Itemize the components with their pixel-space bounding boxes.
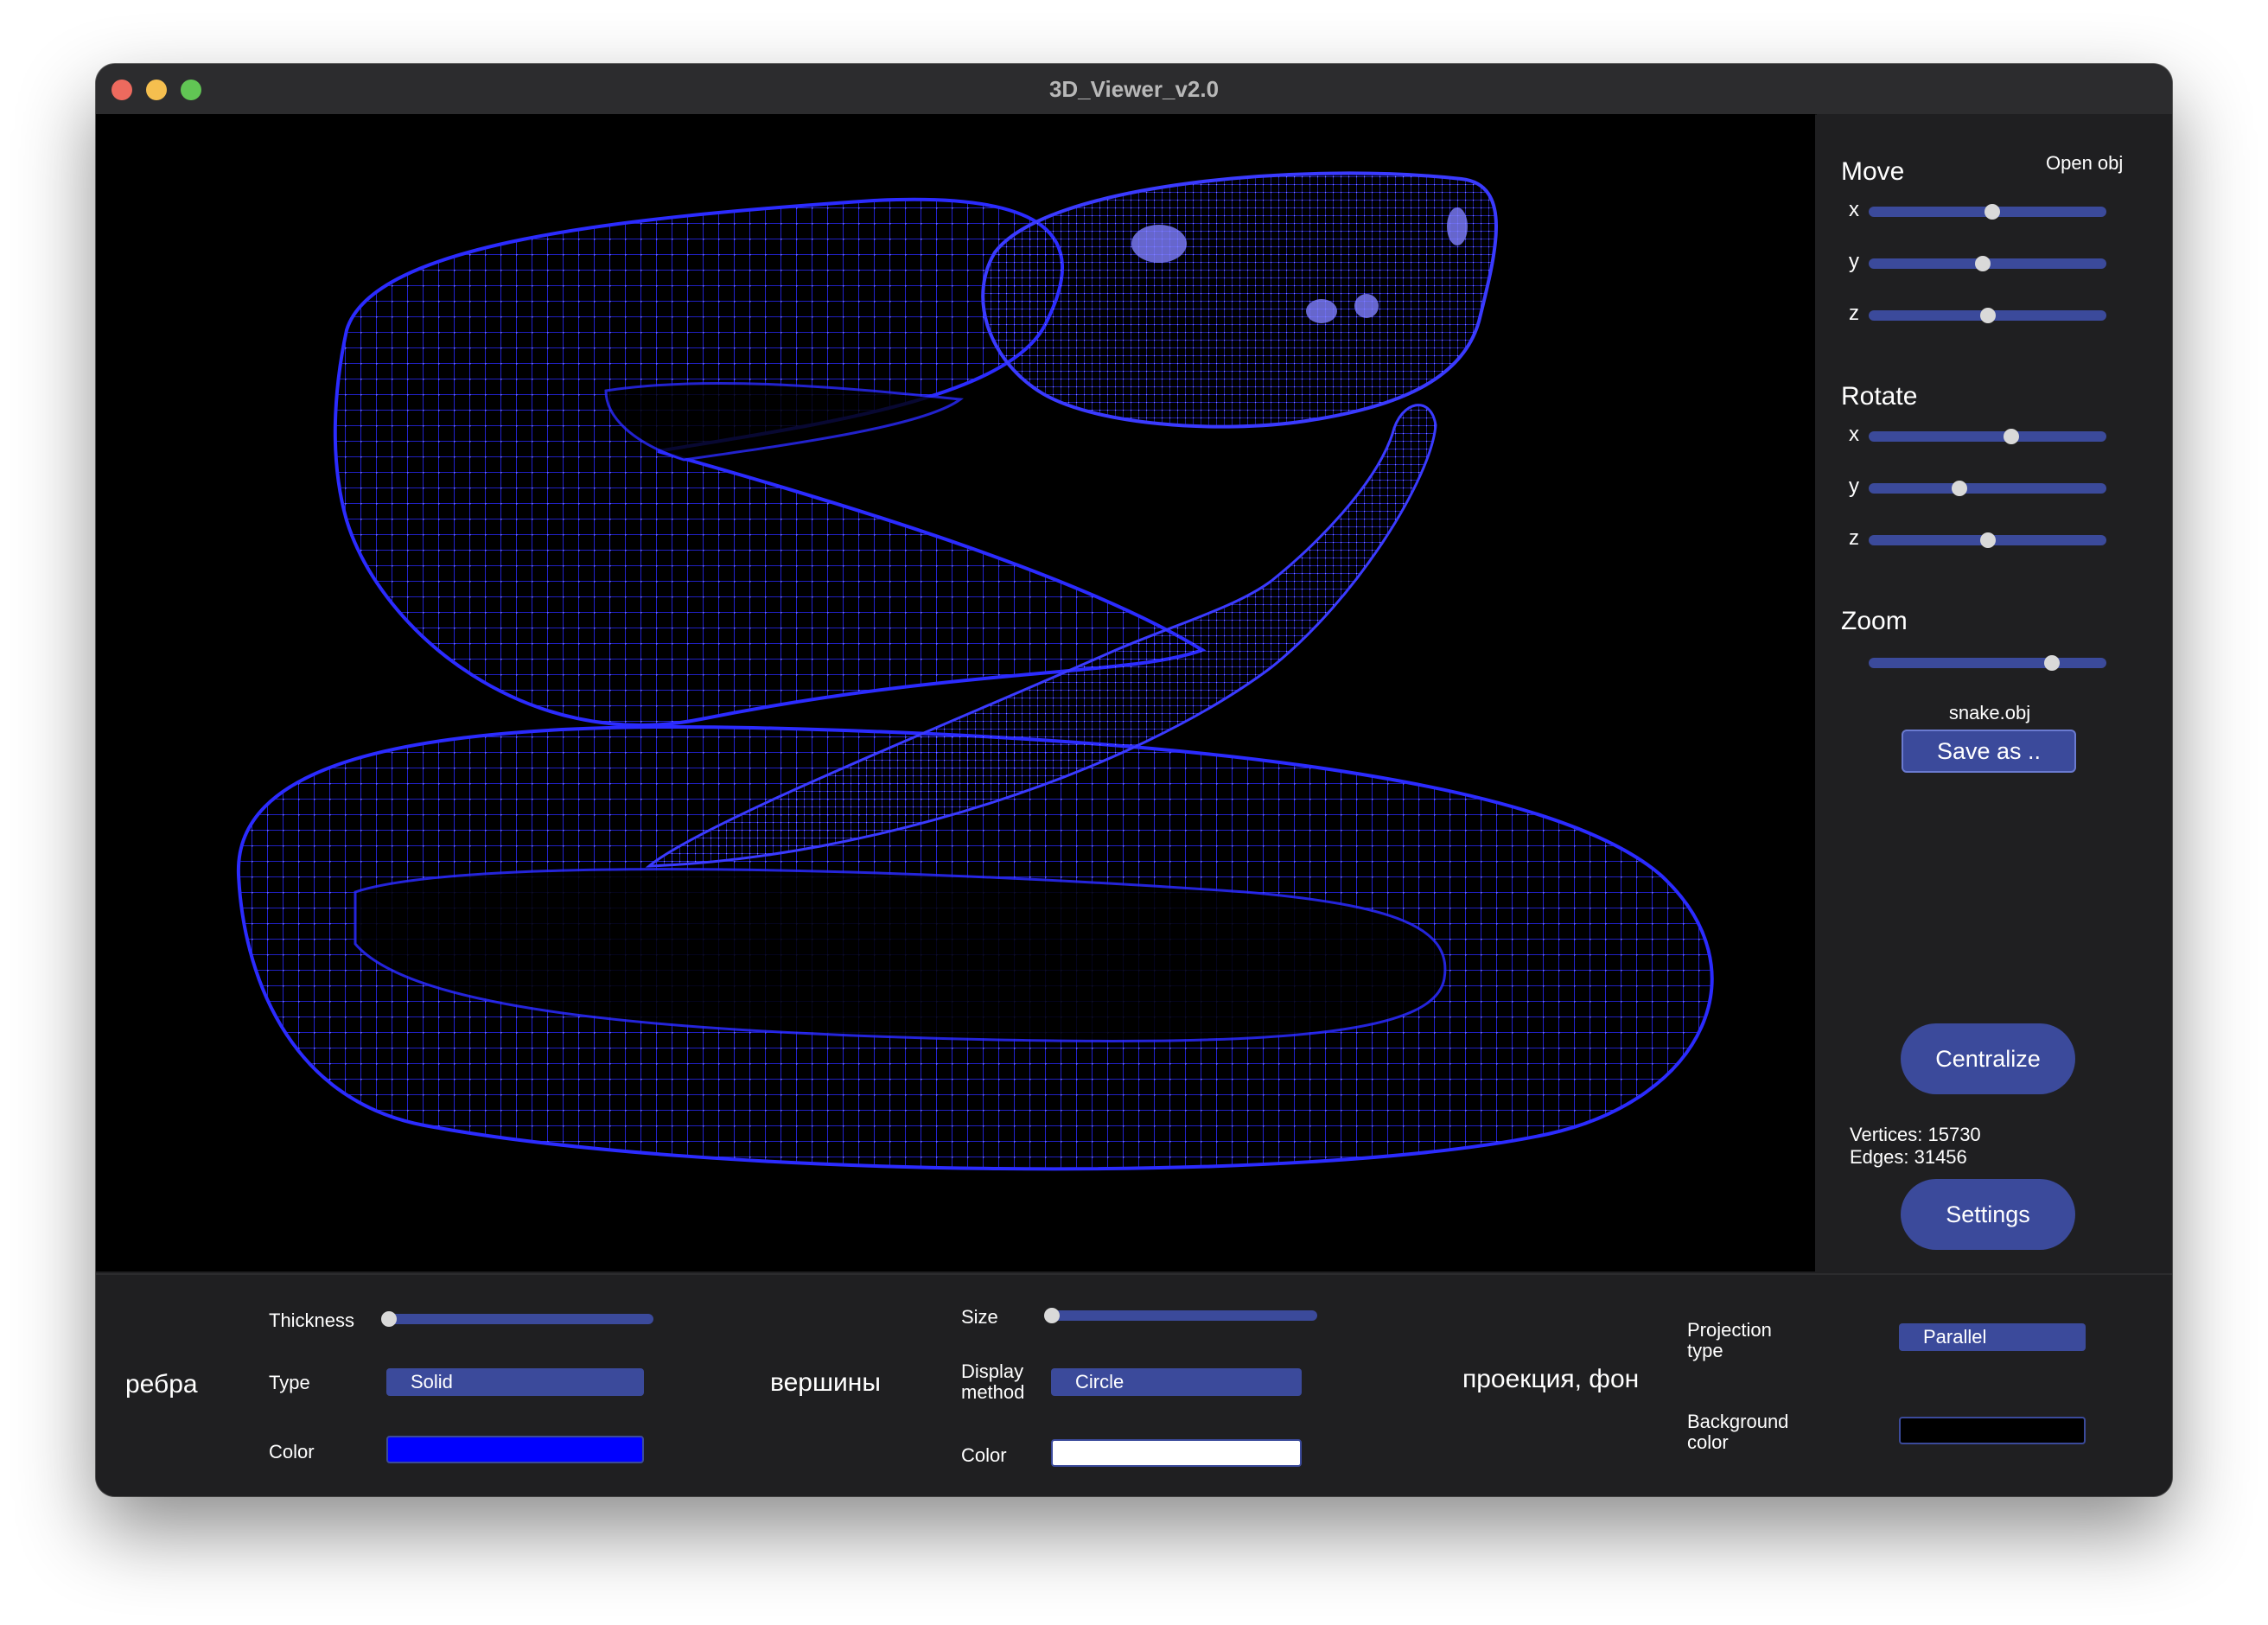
projection-panel-title: проекция, фон <box>1462 1365 1640 1393</box>
slider-knob[interactable] <box>1975 256 1991 271</box>
move-z-slider[interactable] <box>1869 306 2106 325</box>
rotate-y-slider[interactable] <box>1869 479 2106 498</box>
edge-thickness-slider[interactable] <box>381 1310 653 1329</box>
slider-knob[interactable] <box>1951 481 1967 496</box>
display-settings-panel: ребра Thickness Type Solid Color вершины… <box>96 1273 2172 1496</box>
settings-button[interactable]: Settings <box>1901 1179 2075 1250</box>
edge-thickness-label: Thickness <box>269 1310 355 1331</box>
slider-knob[interactable] <box>1044 1308 1060 1323</box>
projection-type-label: Projection type <box>1687 1319 1772 1361</box>
edge-color-label: Color <box>269 1441 315 1462</box>
rotate-section-title: Rotate <box>1841 382 1918 411</box>
rotate-z-slider[interactable] <box>1869 531 2106 550</box>
rotate-x-slider[interactable] <box>1869 427 2106 446</box>
vertices-count: Vertices: 15730 <box>1850 1124 1981 1145</box>
loaded-filename: snake.obj <box>1948 702 2031 723</box>
rotate-x-label: x <box>1849 423 1859 446</box>
move-z-label: z <box>1849 302 1859 325</box>
vertices-panel-title: вершины <box>770 1368 881 1397</box>
move-y-label: y <box>1849 250 1859 273</box>
app-window: 3D_Viewer_v2.0 Open obj Move x y z Rotat… <box>96 64 2172 1496</box>
background-color-swatch[interactable] <box>1899 1417 2086 1444</box>
slider-knob[interactable] <box>1979 308 1996 323</box>
edge-type-select[interactable]: Solid <box>386 1368 644 1396</box>
move-x-slider[interactable] <box>1869 202 2106 221</box>
move-x-label: x <box>1849 198 1859 221</box>
display-method-select[interactable]: Circle <box>1051 1368 1302 1396</box>
projection-type-select[interactable]: Parallel <box>1899 1323 2086 1351</box>
slider-knob[interactable] <box>1984 204 2000 220</box>
snake-wireframe-model <box>236 171 1714 1171</box>
slider-knob[interactable] <box>2043 655 2060 671</box>
rotate-y-label: y <box>1849 475 1859 498</box>
control-sidebar: Open obj Move x y z Rotate x y z Zoom sn… <box>1817 114 2172 1271</box>
edge-color-swatch[interactable] <box>386 1436 644 1463</box>
zoom-section-title: Zoom <box>1841 607 1908 635</box>
window-title: 3D_Viewer_v2.0 <box>1048 76 1220 102</box>
display-method-label: Display method <box>961 1361 1025 1403</box>
title-bar: 3D_Viewer_v2.0 <box>96 64 2172 115</box>
background-color-label: Background color <box>1687 1411 1789 1453</box>
save-as-button[interactable]: Save as .. <box>1902 730 2076 773</box>
rotate-z-label: z <box>1849 526 1859 550</box>
slider-knob[interactable] <box>1979 532 1996 548</box>
centralize-button[interactable]: Centralize <box>1901 1023 2075 1094</box>
slider-knob[interactable] <box>2004 429 2019 444</box>
move-section-title: Move <box>1841 157 1905 186</box>
edge-type-label: Type <box>269 1372 310 1393</box>
move-y-slider[interactable] <box>1869 254 2106 273</box>
vertex-color-swatch[interactable] <box>1051 1439 1302 1467</box>
edges-panel-title: ребра <box>125 1370 198 1399</box>
vertex-color-label: Color <box>961 1444 1007 1466</box>
vertex-size-label: Size <box>961 1306 998 1328</box>
slider-knob[interactable] <box>381 1311 397 1327</box>
zoom-slider[interactable] <box>1869 653 2106 672</box>
open-obj-button[interactable]: Open obj <box>2046 152 2123 175</box>
vertex-size-slider[interactable] <box>1044 1306 1317 1325</box>
model-viewport[interactable] <box>96 114 1815 1271</box>
edges-count: Edges: 31456 <box>1850 1146 1967 1168</box>
